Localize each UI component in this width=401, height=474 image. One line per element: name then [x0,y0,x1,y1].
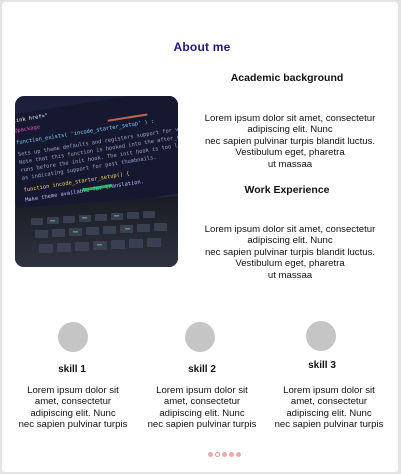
text-line: nec sapien pulvinar turpis blandit luctu… [204,246,376,258]
skill-3-title: skill 3 [308,360,336,371]
text-line: Vestibulum eget, pharetra [235,258,345,270]
about-me-card: About me Academic background Lorem ipsum… [2,2,398,472]
text-line: nec sapien pulvinar turpis blandit luctu… [204,135,376,147]
skill-1-title: skill 1 [58,364,86,375]
pagination-dot-4[interactable] [229,452,234,457]
work-experience-text: Lorem ipsum dolor sit amet, consectetur … [182,224,398,281]
text-line: Lorem ipsum dolor sit amet, consectetur [204,113,376,124]
text-line: Lorem ipsum dolor sit amet, consectetur [204,224,376,235]
text-line: adipiscing elit. Nunc [30,407,116,419]
skill-3-text: Lorem ipsum dolor sit amet, consectetur … [264,385,394,431]
pagination-dot-5[interactable] [236,452,241,457]
skill-2-icon [185,322,215,352]
text-line: adipiscing elit. Nunc [159,407,245,419]
text-line: adipiscing elit. Nunc [286,407,372,419]
skill-1-icon [58,322,88,352]
work-experience-heading: Work Experience [244,184,330,196]
text-line: adipiscing elit. Nunc [247,124,333,136]
text-line: Lorem ipsum dolor sit [156,385,248,396]
text-line: Lorem ipsum dolor sit [27,385,119,396]
pagination-dot-1[interactable] [208,452,213,457]
pagination-dot-3[interactable] [222,452,227,457]
text-line: Lorem ipsum dolor sit [283,385,375,396]
carousel-pagination [208,452,241,457]
text-line: Vestibulum eget, pharetra [235,147,345,159]
page-title: About me [173,40,231,54]
pagination-dot-2[interactable] [215,452,220,457]
text-line: ut massaa [267,158,313,170]
skill-2-title: skill 2 [188,364,216,375]
skill-1-text: Lorem ipsum dolor sit amet, consectetur … [8,385,138,431]
text-line: nec sapien pulvinar turpis [147,419,257,431]
code-laptop-photo: link href=" @package function_exists( 'i… [15,96,178,267]
academic-background-heading: Academic background [230,72,344,84]
text-line: adipiscing elit. Nunc [247,235,333,247]
skill-3-icon [306,321,336,351]
academic-background-text: Lorem ipsum dolor sit amet, consectetur … [182,113,398,170]
text-line: ut massaa [267,269,313,281]
text-line: nec sapien pulvinar turpis [274,419,384,431]
text-line: amet, consectetur [34,396,112,408]
skill-2-text: Lorem ipsum dolor sit amet, consectetur … [137,385,267,431]
text-line: nec sapien pulvinar turpis [18,419,128,431]
text-line: amet, consectetur [163,396,241,408]
text-line: amet, consectetur [290,396,368,408]
